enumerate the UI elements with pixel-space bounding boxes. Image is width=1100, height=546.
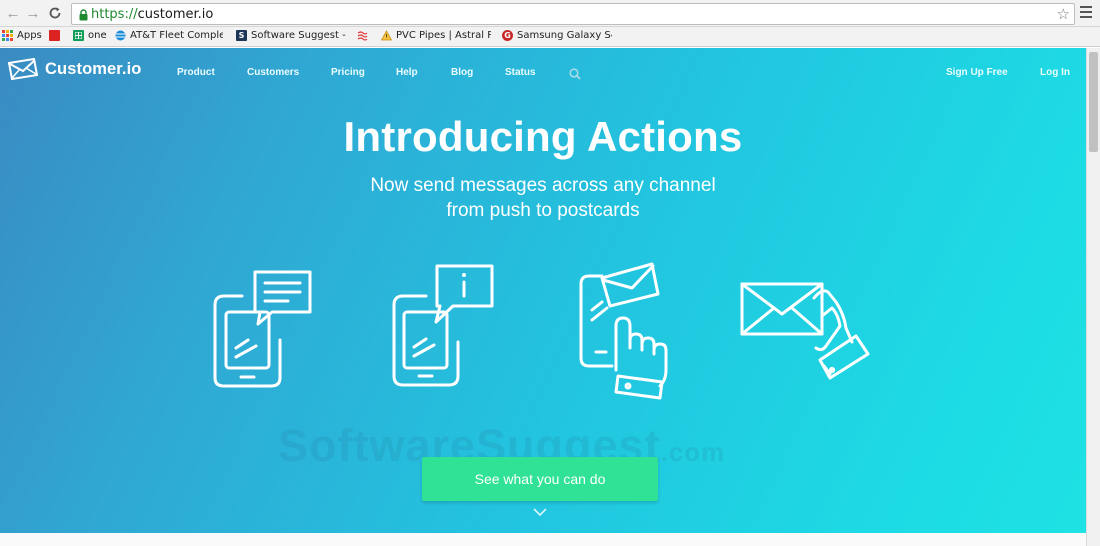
hero-subtitle-line1: Now send messages across any channel (370, 175, 716, 196)
bookmarks-bar: Apps one AT&T Fleet Complete S Software … (0, 27, 1100, 47)
bookmark-one[interactable]: one (73, 30, 107, 41)
softwaresuggest-icon: S (236, 30, 247, 41)
bookmark-samsung[interactable]: G Samsung Galaxy S4 re (502, 30, 612, 41)
bookmark-label: Apps (17, 30, 42, 41)
address-bar[interactable]: https://customer.io ☆ (71, 3, 1075, 25)
search-icon[interactable] (569, 67, 581, 85)
nav-help[interactable]: Help (396, 67, 418, 78)
vertical-scrollbar[interactable] (1086, 48, 1100, 546)
bookmark-label: Samsung Galaxy S4 re (517, 30, 612, 41)
page-viewport: Customer.io Product Customers Pricing He… (0, 48, 1086, 533)
phone-chat-icon (213, 270, 312, 388)
url-text: https://customer.io (91, 7, 213, 22)
hand-envelope-icon (740, 282, 870, 380)
red-circle-icon: G (502, 30, 513, 41)
bookmark-red[interactable] (49, 30, 64, 41)
watermark-suffix: .com (660, 437, 726, 467)
att-globe-icon (115, 30, 126, 41)
forward-arrow-icon[interactable]: → (24, 4, 42, 22)
nav-status[interactable]: Status (505, 67, 536, 78)
envelope-logo-icon (8, 58, 38, 80)
url-scheme: https:// (91, 7, 138, 22)
bookmark-label: Software Suggest - Up (251, 30, 346, 41)
browser-menu-icon[interactable] (1080, 6, 1092, 21)
reload-icon[interactable] (46, 4, 64, 22)
back-arrow-icon[interactable]: ← (4, 4, 22, 22)
hero-title: Introducing Actions (343, 113, 743, 160)
red-wave-icon (357, 30, 368, 41)
bookmark-label: one (88, 30, 107, 41)
bookmark-star-icon[interactable]: ☆ (1057, 5, 1070, 23)
scrollbar-thumb[interactable] (1089, 52, 1098, 152)
lock-icon (79, 8, 88, 26)
sheets-icon (73, 30, 84, 41)
chevron-down-icon[interactable] (533, 508, 547, 517)
signup-link[interactable]: Sign Up Free (946, 67, 1008, 78)
bookmark-att[interactable]: AT&T Fleet Complete (115, 30, 223, 41)
red-bookmark-icon (49, 30, 60, 41)
bookmark-label: AT&T Fleet Complete (130, 30, 223, 41)
bookmark-apps[interactable]: Apps (2, 30, 42, 41)
hero-subtitle-line2: from push to postcards (446, 200, 640, 221)
phone-tap-envelope-icon (579, 262, 668, 400)
nav-product[interactable]: Product (177, 67, 215, 78)
browser-toolbar: ← → https://customer.io ☆ (0, 0, 1100, 27)
url-host: customer.io (137, 7, 214, 22)
bookmark-softwaresuggest[interactable]: S Software Suggest - Up (236, 30, 346, 41)
page-below-fold (0, 533, 1086, 546)
cta-button[interactable]: See what you can do (422, 457, 658, 501)
nav-blog[interactable]: Blog (451, 67, 473, 78)
nav-customers[interactable]: Customers (247, 67, 299, 78)
bookmark-red-wave[interactable] (357, 30, 372, 41)
login-link[interactable]: Log In (1040, 67, 1070, 78)
bookmark-pvc[interactable]: PVC Pipes | Astral PVC (381, 30, 491, 41)
phone-info-icon (392, 264, 494, 387)
apps-grid-icon (2, 30, 13, 41)
nav-pricing[interactable]: Pricing (331, 67, 365, 78)
customerio-logo[interactable]: Customer.io (8, 58, 141, 80)
bookmark-label: PVC Pipes | Astral PVC (396, 30, 491, 41)
warning-triangle-icon (381, 30, 392, 41)
logo-text: Customer.io (45, 59, 142, 78)
